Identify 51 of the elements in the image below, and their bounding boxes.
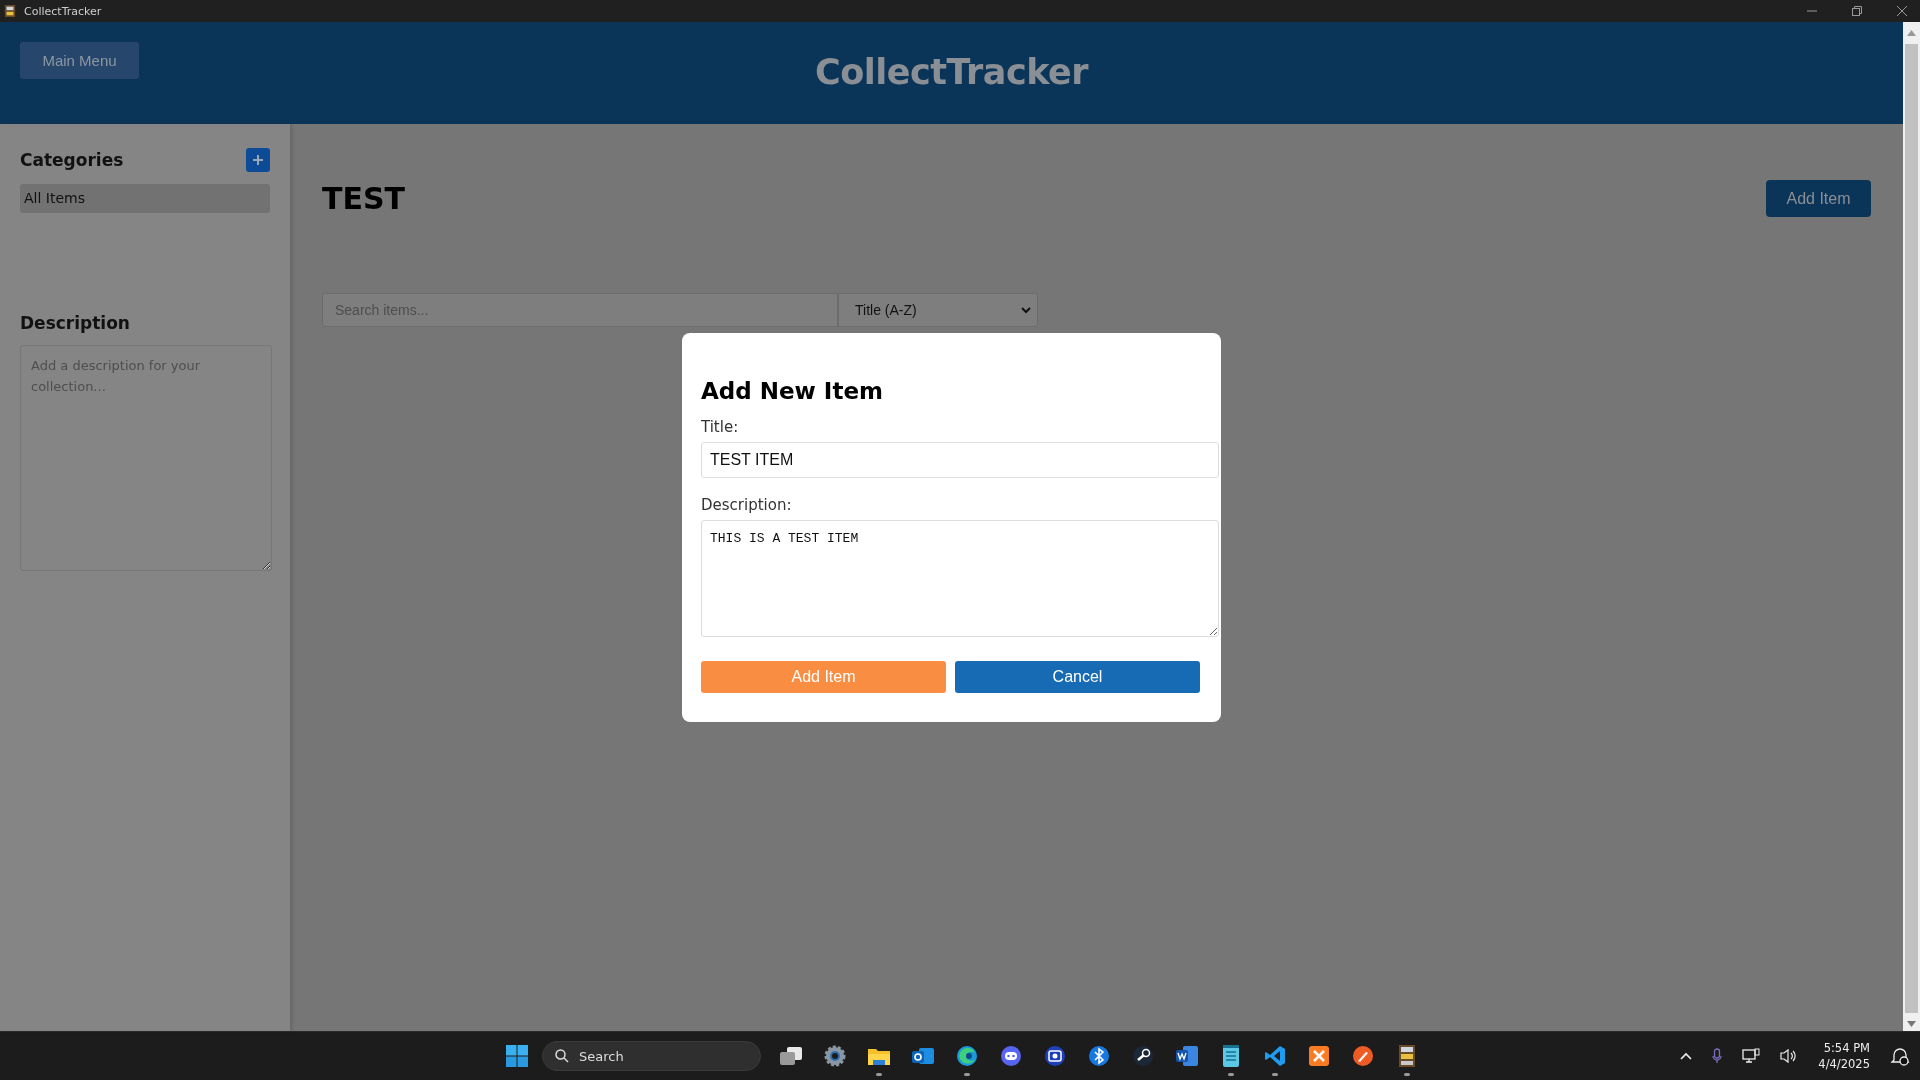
chevron-down-icon <box>1021 306 1031 314</box>
shelf-icon[interactable] <box>1398 1044 1416 1068</box>
description-field[interactable]: THIS IS A TEST ITEM <box>701 520 1219 637</box>
restore-icon[interactable] <box>1851 5 1863 17</box>
microphone-icon[interactable] <box>1712 1048 1723 1064</box>
shelf-icon <box>4 4 16 18</box>
main-menu-button[interactable]: Main Menu <box>20 42 139 79</box>
running-indicator <box>1272 1073 1278 1076</box>
running-indicator <box>964 1073 970 1076</box>
scroll-down-icon[interactable] <box>1907 1021 1916 1027</box>
close-icon[interactable] <box>1896 5 1908 17</box>
app-title: CollectTracker <box>815 51 1088 92</box>
bell-icon[interactable] <box>1890 1046 1910 1066</box>
clock-time: 5:54 PM <box>1823 1040 1870 1056</box>
cancel-button[interactable]: Cancel <box>955 661 1200 693</box>
running-indicator <box>1404 1073 1410 1076</box>
description-heading: Description <box>20 313 131 333</box>
running-indicator <box>1228 1073 1234 1076</box>
windows-logo-icon[interactable] <box>506 1045 528 1067</box>
scroll-thumb[interactable] <box>1905 44 1918 1013</box>
task-view-icon[interactable] <box>779 1046 803 1066</box>
camera-icon[interactable] <box>1044 1045 1066 1067</box>
running-indicator <box>876 1073 882 1076</box>
mail-icon[interactable] <box>911 1045 935 1067</box>
taskbar-search-field[interactable]: Search <box>542 1041 761 1071</box>
notepad-icon[interactable] <box>1221 1044 1241 1068</box>
browser-icon[interactable] <box>956 1045 978 1067</box>
gear-icon[interactable] <box>824 1045 846 1067</box>
field-label: Description: <box>701 496 793 514</box>
dialog-title: Add New Item <box>701 378 884 404</box>
add-category-button[interactable] <box>246 148 270 172</box>
categories-heading: Categories <box>20 150 124 170</box>
plus-icon <box>252 154 264 166</box>
document-icon[interactable] <box>1175 1045 1199 1067</box>
monitor-icon[interactable] <box>1742 1048 1761 1064</box>
speaker-icon[interactable] <box>1780 1048 1799 1064</box>
field-label: Title: <box>701 418 740 436</box>
category-item[interactable]: All Items <box>20 184 270 213</box>
scrollbar[interactable] <box>1903 22 1920 1031</box>
sort-dropdown[interactable]: Title (A-Z) <box>838 293 1038 327</box>
search-icon <box>555 1049 569 1063</box>
code-editor-icon[interactable] <box>1264 1045 1286 1067</box>
clock-date: 4/4/2025 <box>1818 1056 1870 1072</box>
folder-icon[interactable] <box>867 1046 891 1066</box>
chevron-up-icon[interactable] <box>1680 1052 1693 1060</box>
window-title: CollectTracker <box>24 4 102 18</box>
bluetooth-icon[interactable] <box>1088 1045 1110 1067</box>
collection-title: TEST <box>322 181 406 216</box>
clock[interactable]: 5:54 PM 4/4/2025 <box>1818 1040 1870 1072</box>
add-item-button[interactable]: Add Item <box>1766 180 1871 217</box>
title-field[interactable]: TEST ITEM <box>701 442 1219 478</box>
